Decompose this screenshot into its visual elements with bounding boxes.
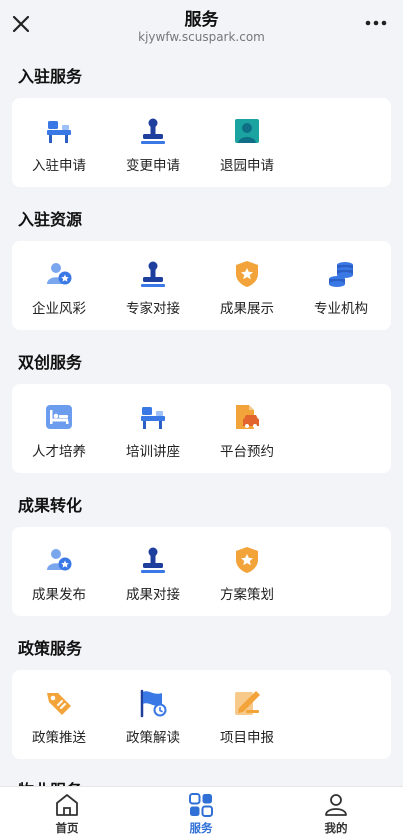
section-title-innovation-service: 双创服务 [18, 353, 83, 372]
tag-icon [47, 693, 71, 715]
service-item-achievement-match[interactable]: 成果对接 [106, 545, 200, 603]
service-item-label: 平台预约 [220, 444, 274, 460]
bottom-tab-bar: 首页 服务 我的 [0, 786, 403, 840]
service-item-label: 成果展示 [220, 301, 274, 317]
section-title-property-service: 物业服务 [18, 777, 82, 786]
page-url: kjywfw.scuspark.com [138, 30, 265, 44]
service-item-label: 入驻申请 [32, 158, 86, 174]
shield-star-icon [236, 547, 258, 573]
pencil-document-icon [235, 691, 260, 715]
section-card-policy-service: 政策推送 政策解读 项目申报 [12, 670, 391, 759]
section-card-settle-service: 入驻申请 变更申请 退园申请 [12, 98, 391, 187]
service-item-label: 成果对接 [126, 587, 180, 603]
person-badge-icon [47, 549, 72, 571]
section-title-achievement-transfer: 成果转化 [18, 496, 83, 515]
section-card-achievement-transfer: 成果发布 成果对接 方案策划 [12, 527, 391, 616]
service-item-exit-apply[interactable]: 退园申请 [200, 116, 294, 174]
service-item-company-style[interactable]: 企业风彩 [12, 259, 106, 317]
service-item-label: 退园申请 [220, 158, 274, 174]
service-item-plan-design[interactable]: 方案策划 [200, 545, 294, 603]
section-card-innovation-service: 人才培养 培训讲座 平台预约 [12, 384, 391, 473]
service-item-label: 成果发布 [32, 587, 86, 603]
service-item-label: 项目申报 [220, 730, 274, 746]
service-item-policy-interpret[interactable]: 政策解读 [106, 688, 200, 746]
home-icon [56, 794, 78, 816]
desk-icon [141, 407, 165, 429]
tab-home[interactable]: 首页 [27, 791, 107, 836]
grid-icon [189, 793, 213, 817]
car-document-icon [236, 405, 259, 429]
person-portrait-icon [235, 119, 259, 143]
service-item-label: 变更申请 [126, 158, 180, 174]
desk-icon [47, 121, 71, 143]
tab-label: 我的 [324, 821, 348, 835]
shield-star-icon [236, 261, 258, 287]
service-item-expert-match[interactable]: 专家对接 [106, 259, 200, 317]
stamp-icon [141, 261, 165, 287]
bed-icon [46, 405, 72, 429]
service-item-achievement-publish[interactable]: 成果发布 [12, 545, 106, 603]
service-item-talent-training[interactable]: 人才培养 [12, 402, 106, 460]
title-bar: 服务 kjywfw.scuspark.com [0, 0, 403, 50]
service-item-professional-org[interactable]: 专业机构 [294, 259, 388, 317]
service-item-label: 专业机构 [314, 301, 368, 317]
section-card-settle-resources: 企业风彩 专家对接 成果展示 专业机构 [12, 241, 391, 330]
user-icon [325, 794, 347, 816]
more-icon[interactable] [365, 16, 387, 30]
coin-stack-icon [329, 262, 353, 287]
service-item-policy-push[interactable]: 政策推送 [12, 688, 106, 746]
tab-mine[interactable]: 我的 [296, 791, 376, 836]
section-title-settle-service: 入驻服务 [18, 67, 83, 86]
person-badge-icon [47, 263, 72, 285]
service-item-label: 企业风彩 [32, 301, 86, 317]
stamp-icon [141, 547, 165, 573]
service-item-label: 政策推送 [32, 730, 86, 746]
service-item-settle-apply[interactable]: 入驻申请 [12, 116, 106, 174]
page-title: 服务 [184, 10, 219, 30]
service-item-achievement-show[interactable]: 成果展示 [200, 259, 294, 317]
service-item-label: 方案策划 [220, 587, 274, 603]
service-item-platform-booking[interactable]: 平台预约 [200, 402, 294, 460]
service-item-training-lecture[interactable]: 培训讲座 [106, 402, 200, 460]
service-item-label: 培训讲座 [126, 444, 180, 460]
service-item-label: 人才培养 [32, 444, 86, 460]
service-item-label: 政策解读 [126, 730, 180, 746]
service-item-project-declare[interactable]: 项目申报 [200, 688, 294, 746]
service-list[interactable]: 入驻服务 入驻申请 变更申请 退园申请 入驻资源 企业风彩 专家对接 成果展示 … [0, 50, 403, 786]
tab-label: 服务 [189, 821, 213, 835]
tab-label: 首页 [55, 821, 79, 835]
tab-service[interactable]: 服务 [161, 791, 241, 836]
stamp-icon [141, 118, 165, 144]
service-item-change-apply[interactable]: 变更申请 [106, 116, 200, 174]
flag-icon [140, 689, 167, 718]
section-title-settle-resources: 入驻资源 [18, 210, 83, 229]
section-title-policy-service: 政策服务 [18, 639, 83, 658]
service-item-label: 专家对接 [126, 301, 180, 317]
